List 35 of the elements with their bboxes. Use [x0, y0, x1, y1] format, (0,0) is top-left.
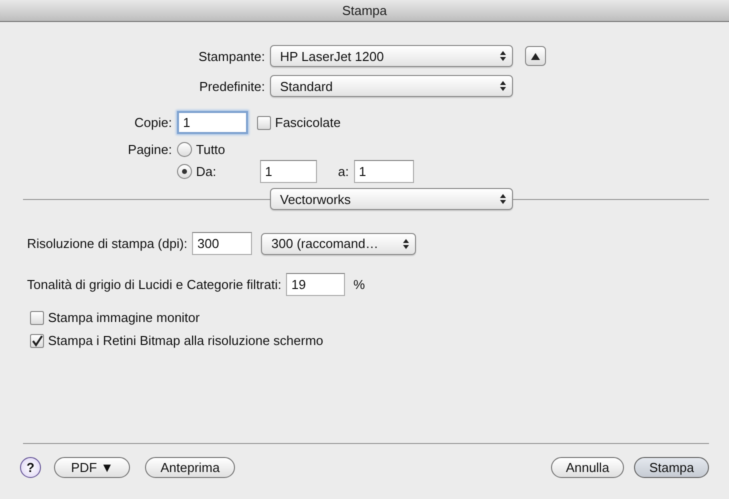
collapse-button[interactable]: [525, 46, 546, 66]
help-button[interactable]: ?: [20, 457, 41, 478]
copies-label: Copie:: [133, 115, 173, 130]
option-label: Stampa i Retini Bitmap alla risoluzione schermo: [48, 333, 324, 348]
to-label: a:: [338, 164, 349, 179]
triangle-up-icon: [531, 52, 540, 60]
radio-button[interactable]: [177, 164, 192, 179]
window-title: Stampa: [342, 3, 387, 18]
resolution-field[interactable]: 300: [192, 232, 252, 255]
pdf-menu-button[interactable]: PDF ▼: [54, 457, 130, 478]
resolution-popup[interactable]: 300 (raccomand…: [261, 232, 416, 254]
presets-label: Predefinite:: [198, 78, 266, 94]
default-button[interactable]: Stampa: [634, 457, 709, 478]
radio-label: Da:: [196, 164, 218, 179]
printer-label: Stampante:: [198, 48, 266, 64]
shade-label: Tonalità di grigio di Lucidi e Categorie filtrati:: [27, 277, 282, 292]
resolution-label: Risoluzione di stampa (dpi):: [27, 236, 188, 251]
copies-field[interactable]: 1: [177, 111, 248, 134]
pages-label: Pagine:: [126, 142, 173, 157]
dialog-button[interactable]: Anteprima: [145, 457, 235, 478]
from-field[interactable]: 1: [260, 160, 317, 183]
panel-popup[interactable]: Vectorworks: [270, 188, 513, 210]
collated-checkbox[interactable]: [257, 116, 271, 130]
printer-popup[interactable]: HP LaserJet 1200: [270, 45, 513, 67]
option-label: Stampa immagine monitor: [48, 310, 200, 325]
radio-label: Tutto: [196, 142, 226, 157]
percent-label: %: [353, 277, 365, 292]
option-checkbox[interactable]: [30, 310, 44, 324]
radio-button[interactable]: [177, 142, 192, 157]
to-field[interactable]: 1: [354, 160, 414, 183]
dialog-button[interactable]: Annulla: [550, 457, 624, 478]
collated-label: Fascicolate: [275, 115, 341, 130]
option-checkbox[interactable]: [30, 334, 44, 348]
presets-popup[interactable]: Standard: [270, 75, 513, 97]
shade-field[interactable]: 19: [286, 273, 346, 296]
